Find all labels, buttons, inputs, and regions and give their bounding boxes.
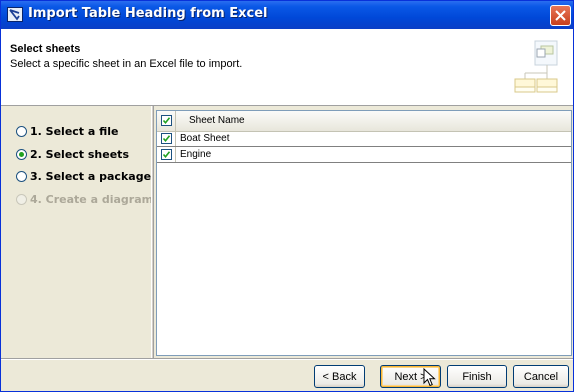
window-app-icon [7, 7, 23, 22]
mouse-pointer-icon [423, 368, 436, 387]
wizard-header: Select sheets Select a specific sheet in… [1, 29, 573, 106]
checkmark-icon [162, 117, 171, 125]
sheets-table: Sheet Name Boat Sheet Engine [156, 110, 572, 356]
sheet-name-cell: Boat Sheet [180, 133, 230, 144]
step-label: 3. Select a package [30, 169, 152, 183]
table-row[interactable]: Boat Sheet [157, 131, 571, 147]
step-label: 2. Select sheets [30, 147, 129, 161]
step-select-file: 1. Select a file [16, 123, 119, 139]
step-label: 4. Create a diagram [30, 192, 154, 206]
window-title: Import Table Heading from Excel [28, 6, 268, 21]
finish-button[interactable]: Finish [447, 365, 507, 388]
step-select-sheets: 2. Select sheets [16, 146, 129, 162]
package-diagram-icon [514, 40, 558, 93]
step-radio [16, 170, 27, 182]
close-x-icon [555, 10, 566, 21]
close-button[interactable] [550, 5, 571, 26]
table-header: Sheet Name [157, 111, 571, 132]
table-row[interactable]: Engine [157, 147, 571, 163]
panel-divider[interactable] [151, 106, 154, 358]
import-dialog: Import Table Heading from Excel Select s… [0, 0, 574, 392]
sheet-name-cell: Engine [180, 149, 212, 160]
footer-separator [1, 358, 573, 360]
step-radio-disabled [16, 193, 27, 205]
column-header-sheet-name[interactable]: Sheet Name [189, 115, 245, 126]
row-checkbox[interactable] [161, 149, 172, 160]
row-check-cell [157, 131, 176, 146]
page-title: Select sheets [10, 43, 81, 55]
select-all-checkbox[interactable] [161, 115, 172, 126]
step-label: 1. Select a file [30, 124, 119, 138]
back-button[interactable]: < Back [314, 365, 365, 388]
checkmark-icon [162, 135, 171, 143]
title-bar[interactable]: Import Table Heading from Excel [1, 1, 573, 29]
step-radio [16, 125, 27, 137]
step-radio-selected [16, 148, 27, 160]
wizard-steps: 1. Select a file 2. Select sheets 3. Sel… [5, 107, 153, 357]
step-select-package: 3. Select a package [16, 168, 151, 184]
checkmark-icon [162, 151, 171, 159]
header-check-cell [157, 111, 176, 131]
row-checkbox[interactable] [161, 133, 172, 144]
page-description: Select a specific sheet in an Excel file… [10, 58, 243, 70]
cancel-button[interactable]: Cancel [513, 365, 569, 388]
row-check-cell [157, 147, 176, 162]
step-create-diagram: 4. Create a diagram [16, 191, 153, 207]
